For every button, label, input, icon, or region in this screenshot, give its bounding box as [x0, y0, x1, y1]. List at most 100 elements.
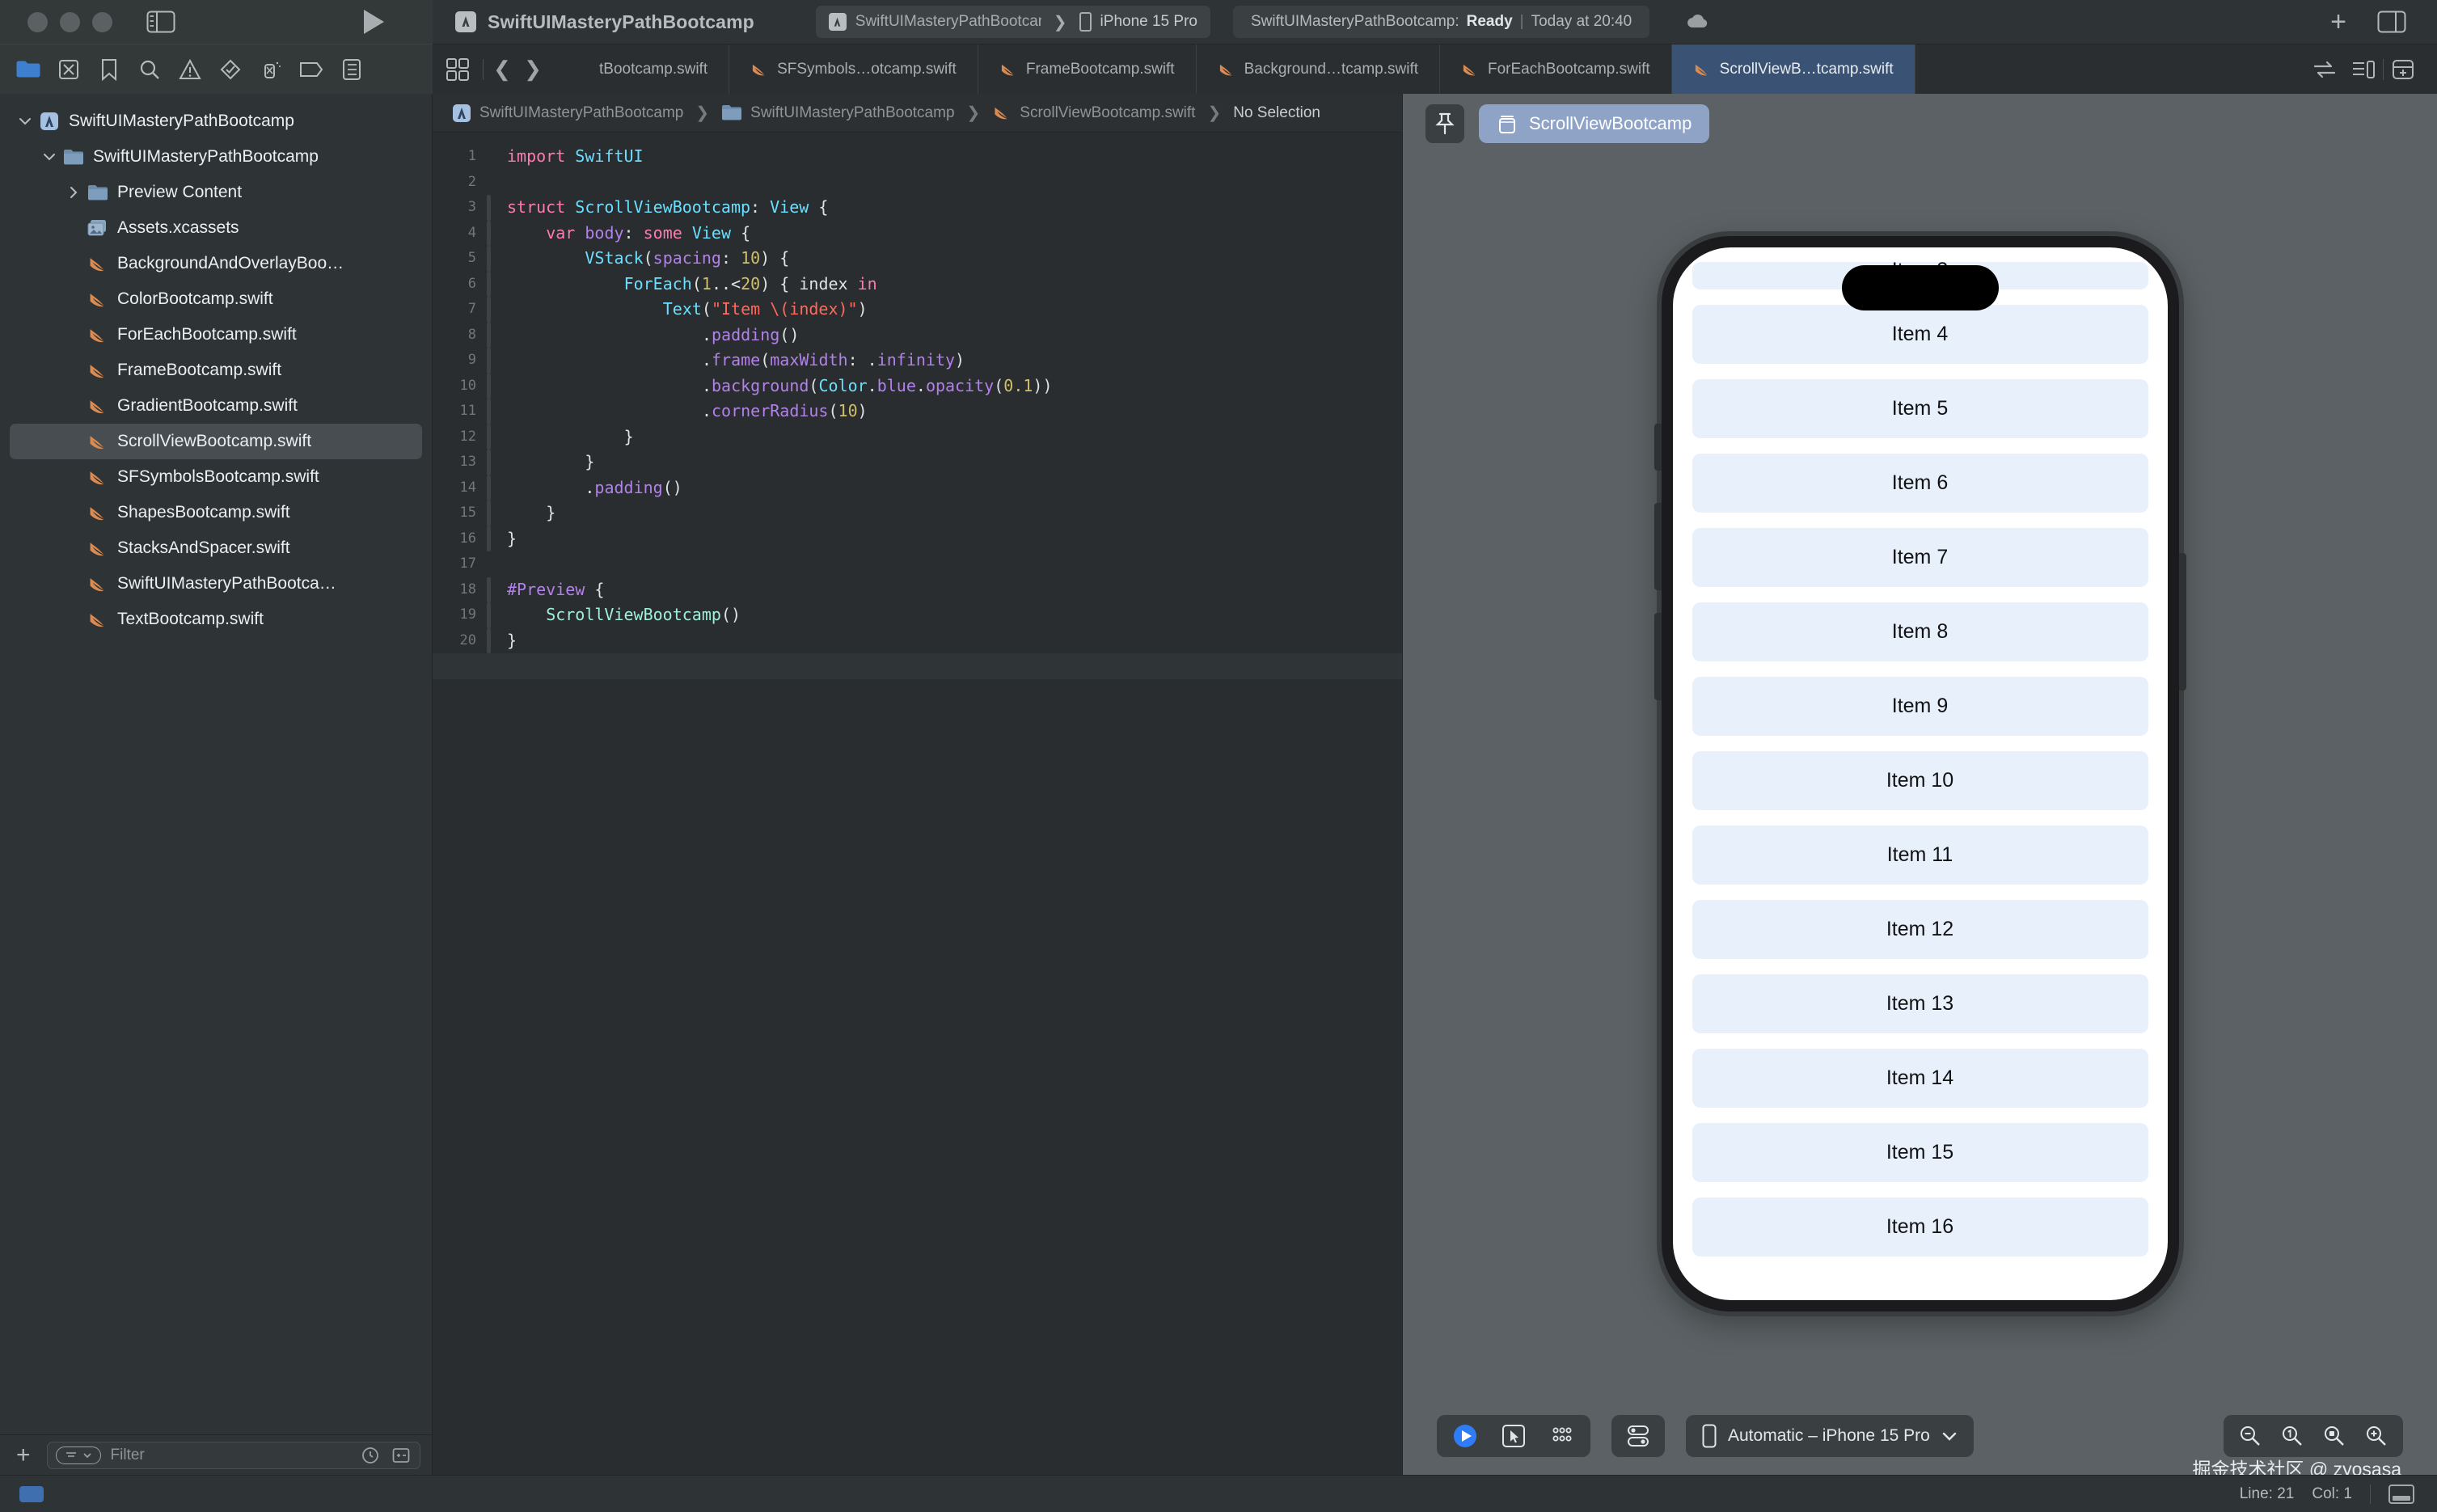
add-editor-button[interactable]: + — [2330, 8, 2346, 36]
editor-options-icon[interactable] — [2344, 59, 2383, 80]
preview-item-card[interactable]: Item 11 — [1692, 826, 2148, 885]
preview-item-card[interactable]: Item 12 — [1692, 900, 2148, 959]
preview-item-card[interactable]: Item 4 — [1692, 305, 2148, 364]
code-line[interactable]: } — [507, 424, 1402, 450]
navigator-tab-breakpoints[interactable] — [291, 53, 332, 86]
navigator-tab-project[interactable] — [8, 53, 49, 86]
code-line[interactable]: struct ScrollViewBootcamp: View { — [507, 195, 1402, 221]
code-area[interactable]: 123456789101112131415161718192021 import… — [433, 133, 1402, 1475]
minimize-window-button[interactable] — [60, 12, 80, 32]
preview-screen[interactable]: Item 3Item 4Item 5Item 6Item 7Item 8Item… — [1673, 247, 2168, 1300]
file-tree-row[interactable]: BackgroundAndOverlayBoo… — [10, 246, 422, 281]
device-selector[interactable]: Automatic – iPhone 15 Pro — [1686, 1415, 1974, 1457]
file-tree-row[interactable]: FrameBootcamp.swift — [10, 353, 422, 388]
preview-item-card[interactable]: Item 13 — [1692, 974, 2148, 1033]
file-tree-row[interactable]: Preview Content — [10, 175, 422, 210]
project-file-tree[interactable]: SwiftUIMasteryPathBootcamp SwiftUIMastery… — [0, 94, 432, 1434]
file-tree-row[interactable]: ShapesBootcamp.swift — [10, 495, 422, 530]
code-line[interactable]: } — [507, 450, 1402, 475]
add-file-button[interactable]: + — [11, 1443, 36, 1468]
add-editor-icon[interactable] — [2384, 59, 2422, 80]
navigator-tab-bookmarks[interactable] — [89, 53, 129, 86]
code-line[interactable]: .cornerRadius(10) — [507, 399, 1402, 424]
code-line[interactable]: import SwiftUI — [507, 144, 1402, 170]
recent-files-icon[interactable] — [360, 1446, 381, 1465]
breadcrumb-item[interactable]: No Selection — [1233, 104, 1320, 122]
play-icon[interactable] — [1443, 1420, 1487, 1452]
toggle-navigator-icon[interactable] — [146, 10, 175, 34]
file-tree-row[interactable]: GradientBootcamp.swift — [10, 388, 422, 424]
preview-item-card[interactable]: Item 15 — [1692, 1123, 2148, 1182]
chevron-left-icon[interactable]: ❮ — [487, 57, 517, 82]
device-settings-icon[interactable] — [1611, 1415, 1665, 1457]
code-line[interactable]: ForEach(1..<20) { index in — [507, 272, 1402, 298]
editor-tab[interactable]: Background…tcamp.swift — [1197, 44, 1440, 94]
code-line[interactable]: Text("Item \(index)") — [507, 297, 1402, 323]
breadcrumb[interactable]: SwiftUIMasteryPathBootcamp❯SwiftUIMaster… — [433, 94, 1402, 133]
file-tree-row[interactable]: ScrollViewBootcamp.swift — [10, 424, 422, 459]
close-window-button[interactable] — [27, 12, 48, 32]
code-line[interactable]: #Preview { — [507, 577, 1402, 603]
variants-grid-icon[interactable] — [1540, 1420, 1584, 1452]
code-text[interactable]: import SwiftUI struct ScrollViewBootcamp… — [494, 133, 1402, 1475]
navigator-tab-tests[interactable] — [210, 53, 251, 86]
scheme-destination-selector[interactable]: SwiftUIMasteryPathBootcam ❯ iPhone 15 Pr… — [816, 6, 1210, 38]
preview-scroll-list[interactable]: Item 3Item 4Item 5Item 6Item 7Item 8Item… — [1673, 247, 2168, 1256]
toggle-debug-area-icon[interactable] — [2388, 1485, 2414, 1504]
pin-icon[interactable] — [1425, 104, 1464, 143]
preview-item-card[interactable]: Item 6 — [1692, 454, 2148, 513]
file-tree-row[interactable]: StacksAndSpacer.swift — [10, 530, 422, 566]
code-line[interactable]: ScrollViewBootcamp() — [507, 602, 1402, 628]
file-tree-row[interactable]: Assets.xcassets — [10, 210, 422, 246]
pointer-icon[interactable] — [1492, 1420, 1535, 1452]
chevron-right-icon[interactable]: ❯ — [517, 57, 548, 82]
canvas-body[interactable]: Item 3Item 4Item 5Item 6Item 7Item 8Item… — [1403, 154, 2437, 1397]
preview-item-card[interactable]: Item 14 — [1692, 1049, 2148, 1108]
zoom-out-icon[interactable] — [2230, 1420, 2270, 1452]
window-controls[interactable] — [27, 12, 112, 32]
navigator-tab-reports[interactable] — [332, 53, 372, 86]
code-line[interactable]: } — [507, 526, 1402, 552]
activity-status-bar[interactable]: SwiftUIMasteryPathBootcamp: Ready | Toda… — [1233, 6, 1649, 38]
preview-item-card[interactable]: Item 5 — [1692, 379, 2148, 438]
file-tree-row[interactable]: TextBootcamp.swift — [10, 602, 422, 637]
navigator-tab-issues[interactable] — [170, 53, 210, 86]
toggle-inspector-icon[interactable] — [2377, 10, 2406, 34]
code-line[interactable] — [507, 551, 1402, 577]
code-line[interactable]: VStack(spacing: 10) { — [507, 246, 1402, 272]
navigator-tab-debug[interactable] — [251, 53, 291, 86]
preview-item-card[interactable]: Item 8 — [1692, 602, 2148, 661]
filter-options-icon[interactable] — [56, 1447, 101, 1464]
preview-item-card[interactable]: Item 10 — [1692, 751, 2148, 810]
code-line[interactable]: .frame(maxWidth: .infinity) — [507, 348, 1402, 374]
preview-mode-segmented-control[interactable] — [1437, 1415, 1590, 1457]
preview-item-card[interactable]: Item 9 — [1692, 677, 2148, 736]
navigator-tab-source-control[interactable] — [49, 53, 89, 86]
navigator-tab-find[interactable] — [129, 53, 170, 86]
zoom-actual-size-icon[interactable] — [2272, 1420, 2312, 1452]
code-line[interactable]: .background(Color.blue.opacity(0.1)) — [507, 374, 1402, 399]
editor-tab[interactable]: ScrollViewB…tcamp.swift — [1672, 44, 1915, 94]
multi-pane-icon[interactable] — [433, 44, 483, 94]
canvas-zoom-controls[interactable] — [2224, 1415, 2403, 1457]
editor-tab[interactable]: tBootcamp.swift — [551, 44, 729, 94]
breadcrumb-item[interactable]: SwiftUIMasteryPathBootcamp — [452, 103, 683, 123]
breadcrumb-item[interactable]: ScrollViewBootcamp.swift — [992, 104, 1195, 122]
preview-selector-chip[interactable]: ScrollViewBootcamp — [1479, 104, 1709, 143]
cloud-icon[interactable] — [1685, 13, 1711, 31]
file-tree-row[interactable]: SFSymbolsBootcamp.swift — [10, 459, 422, 495]
related-items-icon[interactable] — [2305, 60, 2344, 79]
file-tree-row[interactable]: ForEachBootcamp.swift — [10, 317, 422, 353]
editor-tab[interactable]: FrameBootcamp.swift — [978, 44, 1197, 94]
file-tree-row[interactable]: SwiftUIMasteryPathBootcamp — [10, 139, 422, 175]
zoom-fit-icon[interactable] — [2314, 1420, 2355, 1452]
breadcrumb-item[interactable]: SwiftUIMasteryPathBootcamp — [721, 104, 954, 122]
chevron-right-icon[interactable] — [63, 186, 84, 199]
file-tree-row[interactable]: ColorBootcamp.swift — [10, 281, 422, 317]
file-tree-row[interactable]: SwiftUIMasteryPathBootca… — [10, 566, 422, 602]
code-line[interactable]: var body: some View { — [507, 221, 1402, 247]
code-line[interactable]: .padding() — [507, 475, 1402, 501]
preview-item-card[interactable]: Item 7 — [1692, 528, 2148, 587]
editor-tab[interactable]: ForEachBootcamp.swift — [1440, 44, 1672, 94]
editor-tab[interactable]: SFSymbols…otcamp.swift — [729, 44, 978, 94]
